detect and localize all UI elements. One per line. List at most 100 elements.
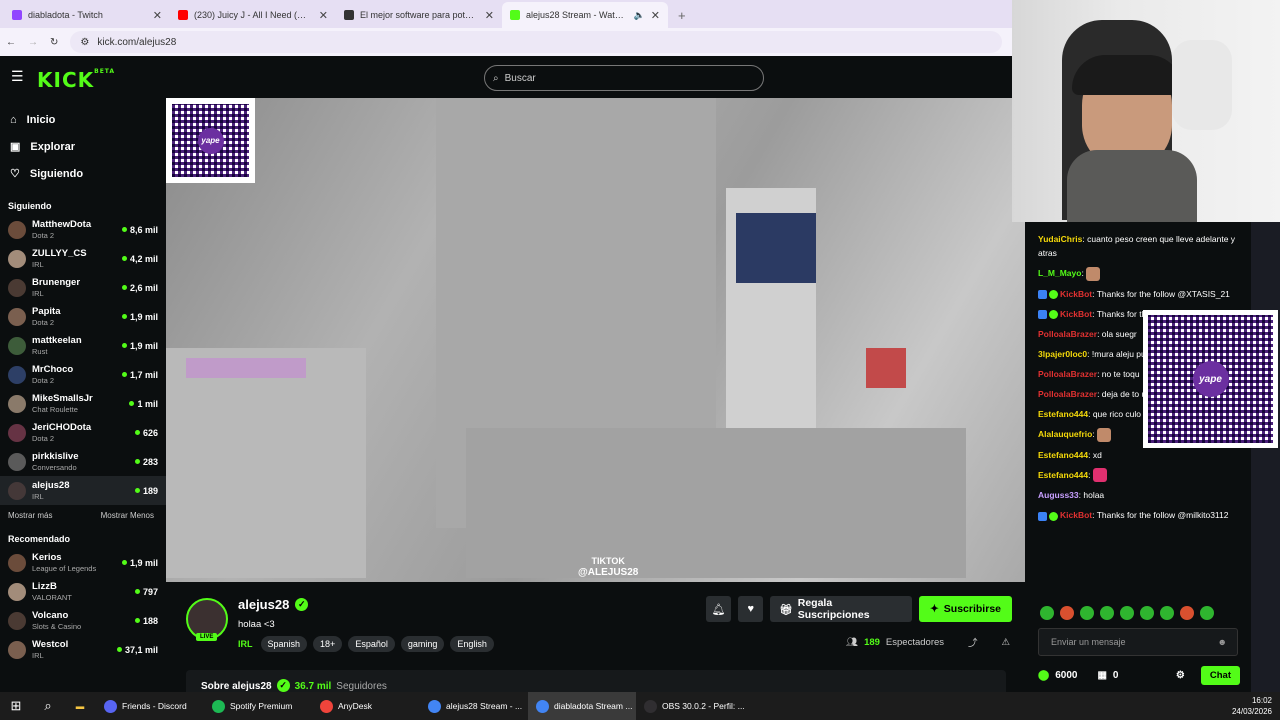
emote-icon[interactable] <box>1160 606 1174 620</box>
report-icon[interactable]: ⚠ <box>1002 637 1011 648</box>
chat-username[interactable]: YudaiChris <box>1038 234 1082 244</box>
chat-username[interactable]: KickBot <box>1060 289 1092 299</box>
close-tab-icon[interactable]: ✕ <box>651 9 660 22</box>
chat-username[interactable]: Estefano444 <box>1038 409 1088 419</box>
taskbar-app[interactable]: Spotify Premium <box>204 692 312 720</box>
channel-item[interactable]: Kerios League of Legends 1,9 mil <box>0 548 166 577</box>
chat-send-button[interactable]: Chat <box>1200 665 1240 685</box>
nav-explorar[interactable]: ▣ Explorar <box>0 133 166 160</box>
show-more-link[interactable]: Mostrar más <box>8 511 52 520</box>
stream-title: holaa <3 <box>238 619 275 630</box>
channel-item[interactable]: ZULLYY_CS IRL 4,2 mil <box>0 244 166 273</box>
menu-icon[interactable]: ☰ <box>11 68 24 85</box>
chat-username[interactable]: 3lpajer0loc0 <box>1038 349 1087 359</box>
chat-username[interactable]: PolloalaBrazer <box>1038 389 1097 399</box>
tag[interactable]: gaming <box>400 636 445 652</box>
channel-item[interactable]: Westcol IRL 37,1 mil <box>0 635 166 664</box>
chat-username[interactable]: KickBot <box>1060 309 1092 319</box>
follow-button[interactable]: ♥ <box>738 596 764 622</box>
search-icon[interactable]: ⌕ <box>32 698 64 714</box>
channel-category: Chat Roulette <box>32 404 78 414</box>
video-player[interactable]: yape TIKTOK @ALEJUS28 <box>166 98 1025 582</box>
notification-button[interactable]: 🔔︎ <box>706 596 732 622</box>
new-tab-button[interactable]: + <box>668 8 696 28</box>
search-input[interactable]: ⌕ Buscar <box>484 65 764 91</box>
viewer-count: 1 mil <box>137 398 158 409</box>
emote-icon[interactable] <box>1040 606 1054 620</box>
emote-icon <box>1086 266 1101 281</box>
taskbar-app[interactable]: diabladota Stream ... <box>528 692 636 720</box>
tag[interactable]: Español <box>348 636 395 652</box>
share-icon[interactable]: ⤴ <box>968 635 978 649</box>
emote-icon[interactable] <box>1080 606 1094 620</box>
channel-item[interactable]: LizzB VALORANT 797 <box>0 577 166 606</box>
back-icon[interactable]: ← <box>6 37 16 48</box>
channel-viewers: 37,1 mil <box>116 645 158 655</box>
chat-username[interactable]: Alalauquefrio <box>1038 429 1092 439</box>
channel-item[interactable]: MatthewDota Dota 2 8,6 mil <box>0 215 166 244</box>
taskbar: ⊞ ⌕ ▬ Friends - Discord Spotify Premium An… <box>0 692 1280 720</box>
kick-logo[interactable]: KICKBETA <box>37 68 115 92</box>
site-info-icon[interactable]: ⚙ <box>80 37 89 48</box>
emoji-icon[interactable]: ☻ <box>1218 637 1227 647</box>
chat-input[interactable]: Enviar un mensaje ☻ <box>1038 628 1238 656</box>
channel-item[interactable]: MikeSmallsJr Chat Roulette 1 mil <box>0 389 166 418</box>
chat-message: Estefano444: <box>1030 468 1251 483</box>
close-tab-icon[interactable]: ✕ <box>485 9 494 22</box>
channel-item[interactable]: Papita Dota 2 1,9 mil <box>0 302 166 331</box>
speaker-icon[interactable]: 🔈 <box>634 10 645 21</box>
url-field[interactable]: ⚙ kick.com/alejus28 <box>70 31 1002 53</box>
channel-item[interactable]: pirkkislive Conversando 283 <box>0 447 166 476</box>
taskbar-app[interactable]: alejus28 Stream - ... <box>420 692 528 720</box>
tag[interactable]: Spanish <box>260 636 308 652</box>
browser-tab-kick[interactable]: alejus28 Stream - Watch Li 🔈 ✕ <box>502 2 668 28</box>
show-less-link[interactable]: Mostrar Menos <box>101 511 154 520</box>
browser-tab-software[interactable]: El mejor software para potenci ✕ <box>336 2 502 28</box>
file-explorer-icon[interactable]: ▬ <box>64 701 96 711</box>
chat-username[interactable]: Auguss33 <box>1038 490 1079 500</box>
channel-item[interactable]: alejus28 IRL 189 <box>0 476 166 505</box>
taskbar-app[interactable]: AnyDesk <box>312 692 420 720</box>
emote-icon[interactable] <box>1060 606 1074 620</box>
search-icon: ⌕ <box>493 72 499 84</box>
chat-username[interactable]: PolloalaBrazer <box>1038 369 1097 379</box>
taskbar-app[interactable]: Friends - Discord <box>96 692 204 720</box>
close-tab-icon[interactable]: ✕ <box>319 9 328 22</box>
emote-icon[interactable] <box>1200 606 1214 620</box>
emote-icon[interactable] <box>1140 606 1154 620</box>
browser-tab-twitch[interactable]: diabladota - Twitch ✕ <box>4 2 170 28</box>
gift-icon: 🎁︎ <box>779 603 793 616</box>
browser-tab-youtube[interactable]: (230) Juicy J - All I Need (One M ✕ <box>170 2 336 28</box>
taskbar-app[interactable]: OBS 30.0.2 - Perfil: ... <box>636 692 744 720</box>
tag[interactable]: English <box>450 636 494 652</box>
nav-siguiendo[interactable]: ♡ Siguiendo <box>0 160 166 187</box>
nav-inicio[interactable]: ⌂ Inicio <box>0 106 166 133</box>
chat-username[interactable]: Estefano444 <box>1038 450 1088 460</box>
streamer-name[interactable]: alejus28 <box>238 597 289 612</box>
windows-start-icon[interactable]: ⊞ <box>0 698 32 714</box>
channel-viewers: 1,9 mil <box>121 341 158 351</box>
emote-icon[interactable] <box>1120 606 1134 620</box>
forward-icon[interactable]: → <box>28 37 38 48</box>
chat-username[interactable]: L_M_Mayo <box>1038 268 1081 278</box>
channel-item[interactable]: Brunenger IRL 2,6 mil <box>0 273 166 302</box>
emote-icon[interactable] <box>1100 606 1114 620</box>
verified-badge-icon <box>1049 310 1058 319</box>
close-tab-icon[interactable]: ✕ <box>153 9 162 22</box>
tag[interactable]: 18+ <box>313 636 343 652</box>
chat-username[interactable]: Estefano444 <box>1038 470 1088 480</box>
live-dot-icon <box>121 343 127 348</box>
subscribe-button[interactable]: ✦ Suscribirse <box>918 596 1012 622</box>
emote-icon[interactable] <box>1180 606 1194 620</box>
category-link[interactable]: IRL <box>238 639 253 649</box>
gift-subs-button[interactable]: 🎁︎ Regala Suscripciones <box>770 596 912 622</box>
channel-item[interactable]: MrChoco Dota 2 1,7 mil <box>0 360 166 389</box>
channel-item[interactable]: Volcano Slots & Casino 188 <box>0 606 166 635</box>
chat-username[interactable]: KickBot <box>1060 510 1092 520</box>
system-clock[interactable]: 16:02 24/03/2026 <box>1232 695 1272 717</box>
chat-username[interactable]: PolloalaBrazer <box>1038 329 1097 339</box>
channel-item[interactable]: JeriCHODota Dota 2 626 <box>0 418 166 447</box>
channel-item[interactable]: mattkeelan Rust 1,9 mil <box>0 331 166 360</box>
settings-icon[interactable]: ⚙ <box>1176 670 1185 681</box>
reload-icon[interactable]: ↻ <box>50 37 58 48</box>
